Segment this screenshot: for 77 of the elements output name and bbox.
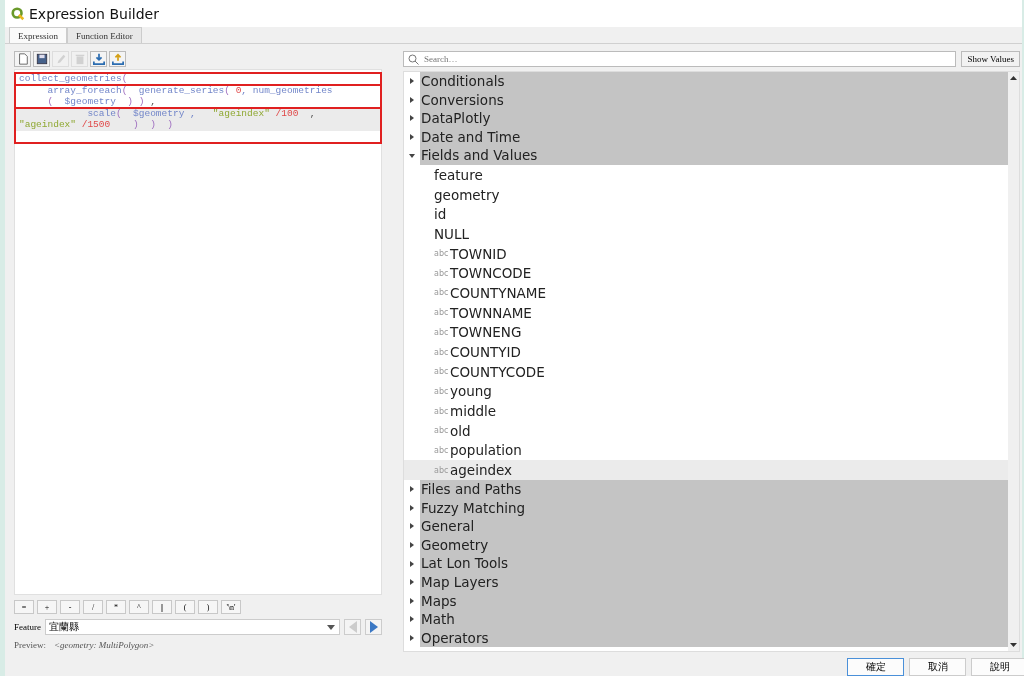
operator-button[interactable]: -: [60, 600, 80, 614]
new-button[interactable]: [14, 51, 31, 67]
download-icon: [92, 53, 105, 65]
field-type-label: abc: [434, 327, 450, 337]
search-icon: [408, 54, 419, 65]
operator-button[interactable]: ^: [129, 600, 149, 614]
category-item[interactable]: DataPlotly: [420, 109, 1008, 128]
operator-button[interactable]: +: [37, 600, 57, 614]
operator-button[interactable]: '\n': [221, 600, 241, 614]
field-type-label: abc: [434, 288, 450, 298]
collapsed-arrow-icon[interactable]: [409, 78, 415, 85]
operator-button[interactable]: /: [83, 600, 103, 614]
search-field[interactable]: Search…: [403, 51, 957, 67]
next-button[interactable]: [365, 619, 382, 635]
caret-icon: [327, 624, 336, 630]
tab[interactable]: Expression: [9, 27, 67, 43]
scroll-up-arrow-icon[interactable]: [1010, 76, 1017, 80]
app-logo-icon: [11, 6, 25, 21]
preview-label: Preview:: [14, 640, 46, 650]
operator-button[interactable]: =: [14, 600, 34, 614]
code-line: array_foreach( generate_series( 0, num_geometries: [46, 84, 334, 96]
collapsed-arrow-icon[interactable]: [409, 486, 415, 493]
collapsed-arrow-icon[interactable]: [409, 616, 415, 623]
tree-item[interactable]: NULL: [404, 224, 1008, 244]
operator-button[interactable]: ): [198, 600, 218, 614]
export-button[interactable]: [109, 51, 126, 67]
field-type-label: abc: [434, 249, 450, 259]
operator-button[interactable]: *: [106, 600, 126, 614]
save-button[interactable]: [33, 51, 50, 67]
code-line: ( $geometry ) ) ,: [46, 96, 157, 108]
feature-dropdown[interactable]: 宜蘭縣: [45, 619, 341, 635]
field-type-label: abc: [434, 445, 450, 455]
expanded-arrow-icon[interactable]: [409, 152, 415, 159]
preview-value: <geometry: MultiPolygon>: [54, 640, 155, 650]
category-item[interactable]: Lat Lon Tools: [420, 554, 1008, 573]
tree-item[interactable]: id: [404, 204, 1008, 225]
field-type-label: abc: [434, 406, 450, 416]
category-item[interactable]: General: [420, 517, 1008, 536]
dialog-button[interactable]: 確定: [847, 658, 904, 676]
collapsed-arrow-icon[interactable]: [409, 96, 415, 103]
category-item[interactable]: Conditionals: [420, 72, 1008, 91]
operator-button[interactable]: ||: [152, 600, 172, 614]
dialog-button[interactable]: 說明: [971, 658, 1024, 676]
category-item[interactable]: Fields and Values: [420, 146, 1008, 165]
code-editor[interactable]: collect_geometries( array_foreach( generate_series( 0, num_geometries ( $geometry ) ) , scale( $geometry , "ageindex" /100 , "ageindex" /1500 ) ) ): [14, 69, 382, 595]
tree-item[interactable]: geometry: [404, 184, 1008, 205]
field-type-label: abc: [434, 308, 450, 318]
tab[interactable]: Function Editor: [67, 27, 142, 43]
upload-icon: [111, 53, 124, 65]
operator-button[interactable]: (: [175, 600, 195, 614]
collapsed-arrow-icon[interactable]: [409, 504, 415, 511]
feature-label: Feature: [14, 622, 41, 632]
import-button[interactable]: [90, 51, 107, 67]
dialog-button[interactable]: 取消: [909, 658, 966, 676]
collapsed-arrow-icon[interactable]: [409, 134, 415, 141]
field-type-label: abc: [434, 347, 450, 357]
field-type-label: abc: [434, 426, 450, 436]
window-title: Expression Builder: [29, 5, 159, 22]
collapsed-arrow-icon[interactable]: [409, 597, 415, 604]
scrollbar[interactable]: [1008, 72, 1019, 651]
new-document-icon: [16, 53, 29, 65]
collapsed-arrow-icon[interactable]: [409, 560, 415, 567]
field-type-label: abc: [434, 367, 450, 377]
field-type-label: abc: [434, 268, 450, 278]
scroll-down-arrow-icon[interactable]: [1010, 643, 1017, 647]
trash-icon: [73, 53, 86, 65]
category-item[interactable]: Math: [420, 610, 1008, 629]
code-line: collect_geometries(: [18, 73, 129, 85]
collapsed-arrow-icon[interactable]: [409, 579, 415, 586]
collapsed-arrow-icon[interactable]: [409, 115, 415, 122]
field-type-label: abc: [434, 465, 450, 475]
field-type-label: abc: [434, 386, 450, 396]
collapsed-arrow-icon[interactable]: [409, 523, 415, 530]
collapsed-arrow-icon[interactable]: [409, 635, 415, 641]
show-values-button[interactable]: Show Values: [961, 51, 1020, 67]
tree-item[interactable]: feature: [404, 164, 1008, 185]
collapsed-arrow-icon[interactable]: [409, 542, 415, 549]
